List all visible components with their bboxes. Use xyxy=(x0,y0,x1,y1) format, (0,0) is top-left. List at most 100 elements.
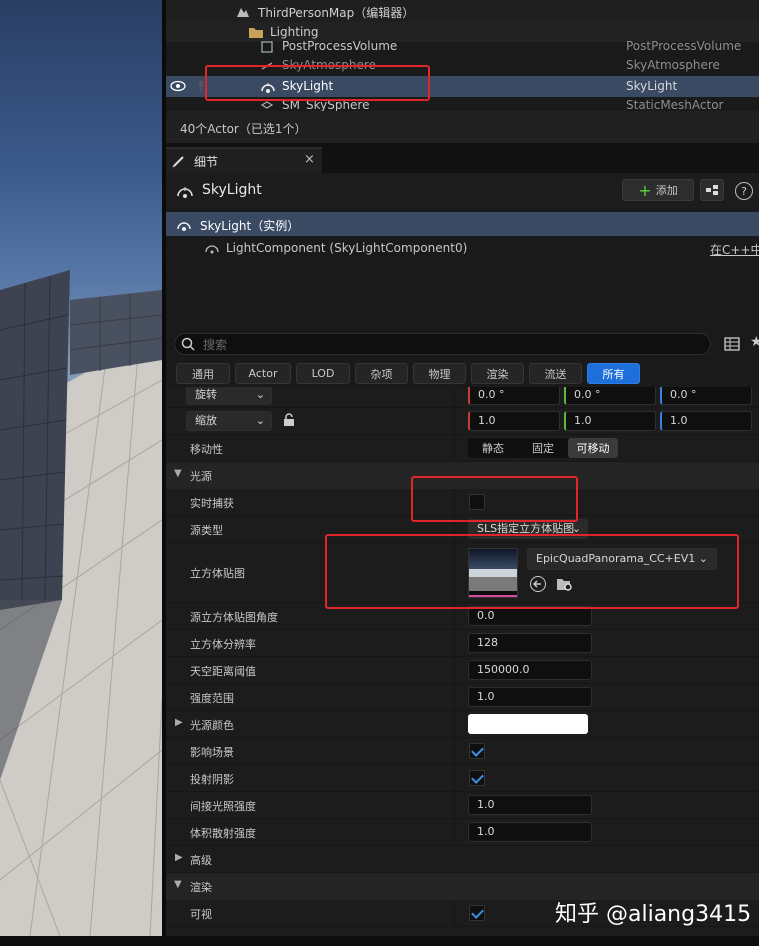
watermark: 知乎 @aliang3415 xyxy=(555,902,752,927)
cubemap-angle-field[interactable]: 0.0 xyxy=(468,606,592,626)
realtime-capture-label: 实时捕获 xyxy=(190,497,234,510)
expand-arrow-icon[interactable]: ▶ xyxy=(175,852,183,863)
component-label: LightComponent (SkyLightComponent0) xyxy=(226,241,468,255)
filter-rendering[interactable]: 渲染 xyxy=(471,363,524,384)
intensity-scale-field[interactable]: 1.0 xyxy=(468,687,592,707)
scale-z-field[interactable]: 1.0 xyxy=(660,411,752,431)
outliner-row[interactable]: PostProcessVolume PostProcessVolume xyxy=(166,38,759,56)
tab-details-label: 细节 xyxy=(194,155,219,169)
editor-side-panel: ThirdPersonMap（编辑器） Lighting PostProcess… xyxy=(166,0,759,936)
collapse-arrow-icon: ▼ xyxy=(174,468,182,479)
blueprint-button[interactable] xyxy=(700,179,724,201)
skylight-icon xyxy=(176,217,192,231)
bottom-status-strip xyxy=(0,936,759,946)
outliner-item-type: SkyAtmosphere xyxy=(626,58,720,72)
mobility-stationary[interactable]: 固定 xyxy=(518,438,568,458)
intensity-scale-label: 强度范围 xyxy=(190,692,234,705)
outliner-item-type: SkyLight xyxy=(626,79,678,93)
rotation-z-field[interactable]: 0.0 ° xyxy=(660,387,752,405)
cubemap-resolution-field[interactable]: 128 xyxy=(468,633,592,653)
details-tab-bar: 细节 × xyxy=(166,143,759,173)
prop-indirect-intensity: 间接光照强度 1.0 xyxy=(166,792,759,819)
mobility-label: 移动性 xyxy=(190,443,223,456)
volumetric-scattering-field[interactable]: 1.0 xyxy=(468,822,592,842)
component-row-light[interactable]: LightComponent (SkyLightComponent0) 在C++… xyxy=(166,237,759,259)
scale-label: 缩放 xyxy=(195,414,217,427)
prop-sky-distance: 天空距离阈值 150000.0 xyxy=(166,657,759,684)
folder-icon xyxy=(248,25,264,39)
eye-icon[interactable] xyxy=(170,79,186,93)
prop-light-color: ▶ 光源颜色 xyxy=(166,711,759,738)
light-color-label: 光源颜色 xyxy=(190,719,234,732)
lock-icon[interactable] xyxy=(282,413,296,427)
filter-lod[interactable]: LOD xyxy=(296,363,350,384)
mobility-movable[interactable]: 可移动 xyxy=(568,438,618,458)
tab-details[interactable]: 细节 × xyxy=(166,147,322,173)
indirect-intensity-label: 间接光照强度 xyxy=(190,800,256,813)
properties-list: 旋转 ⌄ 0.0 ° 0.0 ° 0.0 ° 缩放 ⌄ 1.0 1.0 1.0 … xyxy=(166,387,759,936)
light-component-icon xyxy=(204,241,220,255)
category-light-label: 光源 xyxy=(190,470,212,483)
filter-physics[interactable]: 物理 xyxy=(413,363,466,384)
expand-arrow-icon[interactable]: ▶ xyxy=(175,717,183,728)
chevron-down-icon: ⌄ xyxy=(255,388,265,401)
scale-x-field[interactable]: 1.0 xyxy=(468,411,560,431)
scale-mode-dropdown[interactable]: 缩放 ⌄ xyxy=(186,411,272,431)
filter-misc[interactable]: 杂项 xyxy=(355,363,408,384)
volumetric-scattering-label: 体积散射强度 xyxy=(190,827,256,840)
chevron-down-icon: ⌄ xyxy=(255,414,265,427)
sky-distance-label: 天空距离阈值 xyxy=(190,665,256,678)
viewport-scene xyxy=(0,270,162,936)
sky-distance-field[interactable]: 150000.0 xyxy=(468,660,592,680)
cpp-link[interactable]: 在C++中 xyxy=(710,241,759,258)
filter-actor[interactable]: Actor xyxy=(235,363,291,384)
outliner-row-map[interactable]: ThirdPersonMap（编辑器） xyxy=(166,0,759,22)
outliner-status-bar: 40个Actor（已选1个） xyxy=(166,111,759,143)
prop-cast-shadows: 投射阴影 xyxy=(166,765,759,792)
cast-shadows-label: 投射阴影 xyxy=(190,773,234,786)
table-view-icon[interactable] xyxy=(724,336,740,352)
add-component-button[interactable]: + 添加 xyxy=(622,179,694,201)
postprocess-icon xyxy=(260,40,274,54)
prop-volumetric-scattering: 体积散射强度 1.0 xyxy=(166,819,759,846)
skylight-actor-icon xyxy=(176,183,194,199)
favorite-star-icon[interactable]: ★ xyxy=(750,334,759,350)
outliner-item-type: PostProcessVolume xyxy=(626,39,742,53)
collapse-arrow-icon: ▼ xyxy=(174,879,182,890)
filter-all[interactable]: 所有 xyxy=(587,363,640,384)
advanced-label: 高级 xyxy=(190,854,212,867)
light-color-swatch[interactable] xyxy=(468,714,588,734)
rotation-mode-dropdown[interactable]: 旋转 ⌄ xyxy=(186,387,272,405)
prop-affects-world: 影响场景 xyxy=(166,738,759,765)
mobility-segmented: 静态 固定 可移动 xyxy=(468,438,618,458)
details-actor-header: SkyLight + 添加 ? xyxy=(166,173,759,209)
prop-advanced[interactable]: ▶ 高级 xyxy=(166,846,759,873)
visible-checkbox[interactable] xyxy=(469,905,485,921)
visible-label: 可视 xyxy=(190,908,212,921)
search-input[interactable]: 搜索 xyxy=(174,333,711,355)
affects-world-checkbox[interactable] xyxy=(469,743,485,759)
scale-y-field[interactable]: 1.0 xyxy=(564,411,656,431)
cast-shadows-checkbox[interactable] xyxy=(469,770,485,786)
level-viewport[interactable] xyxy=(0,0,162,936)
filter-streaming[interactable]: 流送 xyxy=(529,363,582,384)
annotation-box-cubemap xyxy=(325,534,739,609)
filter-general[interactable]: 通用 xyxy=(176,363,230,384)
pencil-icon xyxy=(172,154,186,168)
rotation-y-field[interactable]: 0.0 ° xyxy=(564,387,656,405)
search-icon xyxy=(181,337,195,351)
help-icon[interactable]: ? xyxy=(735,182,753,200)
rotation-x-field[interactable]: 0.0 ° xyxy=(468,387,560,405)
indirect-intensity-field[interactable]: 1.0 xyxy=(468,795,592,815)
outliner-item-name: PostProcessVolume xyxy=(282,39,398,53)
search-placeholder: 搜索 xyxy=(203,338,228,352)
actor-name: SkyLight xyxy=(202,182,262,198)
annotation-box-realtime-capture xyxy=(411,476,578,522)
close-tab-icon[interactable]: × xyxy=(304,152,315,167)
blueprint-icon xyxy=(706,185,718,195)
prop-intensity-scale: 强度范围 1.0 xyxy=(166,684,759,711)
mobility-static[interactable]: 静态 xyxy=(468,438,518,458)
prop-mobility: 移动性 静态 固定 可移动 xyxy=(166,435,759,462)
component-row-instance[interactable]: SkyLight（实例） xyxy=(166,212,759,236)
rotation-label: 旋转 xyxy=(195,388,217,401)
